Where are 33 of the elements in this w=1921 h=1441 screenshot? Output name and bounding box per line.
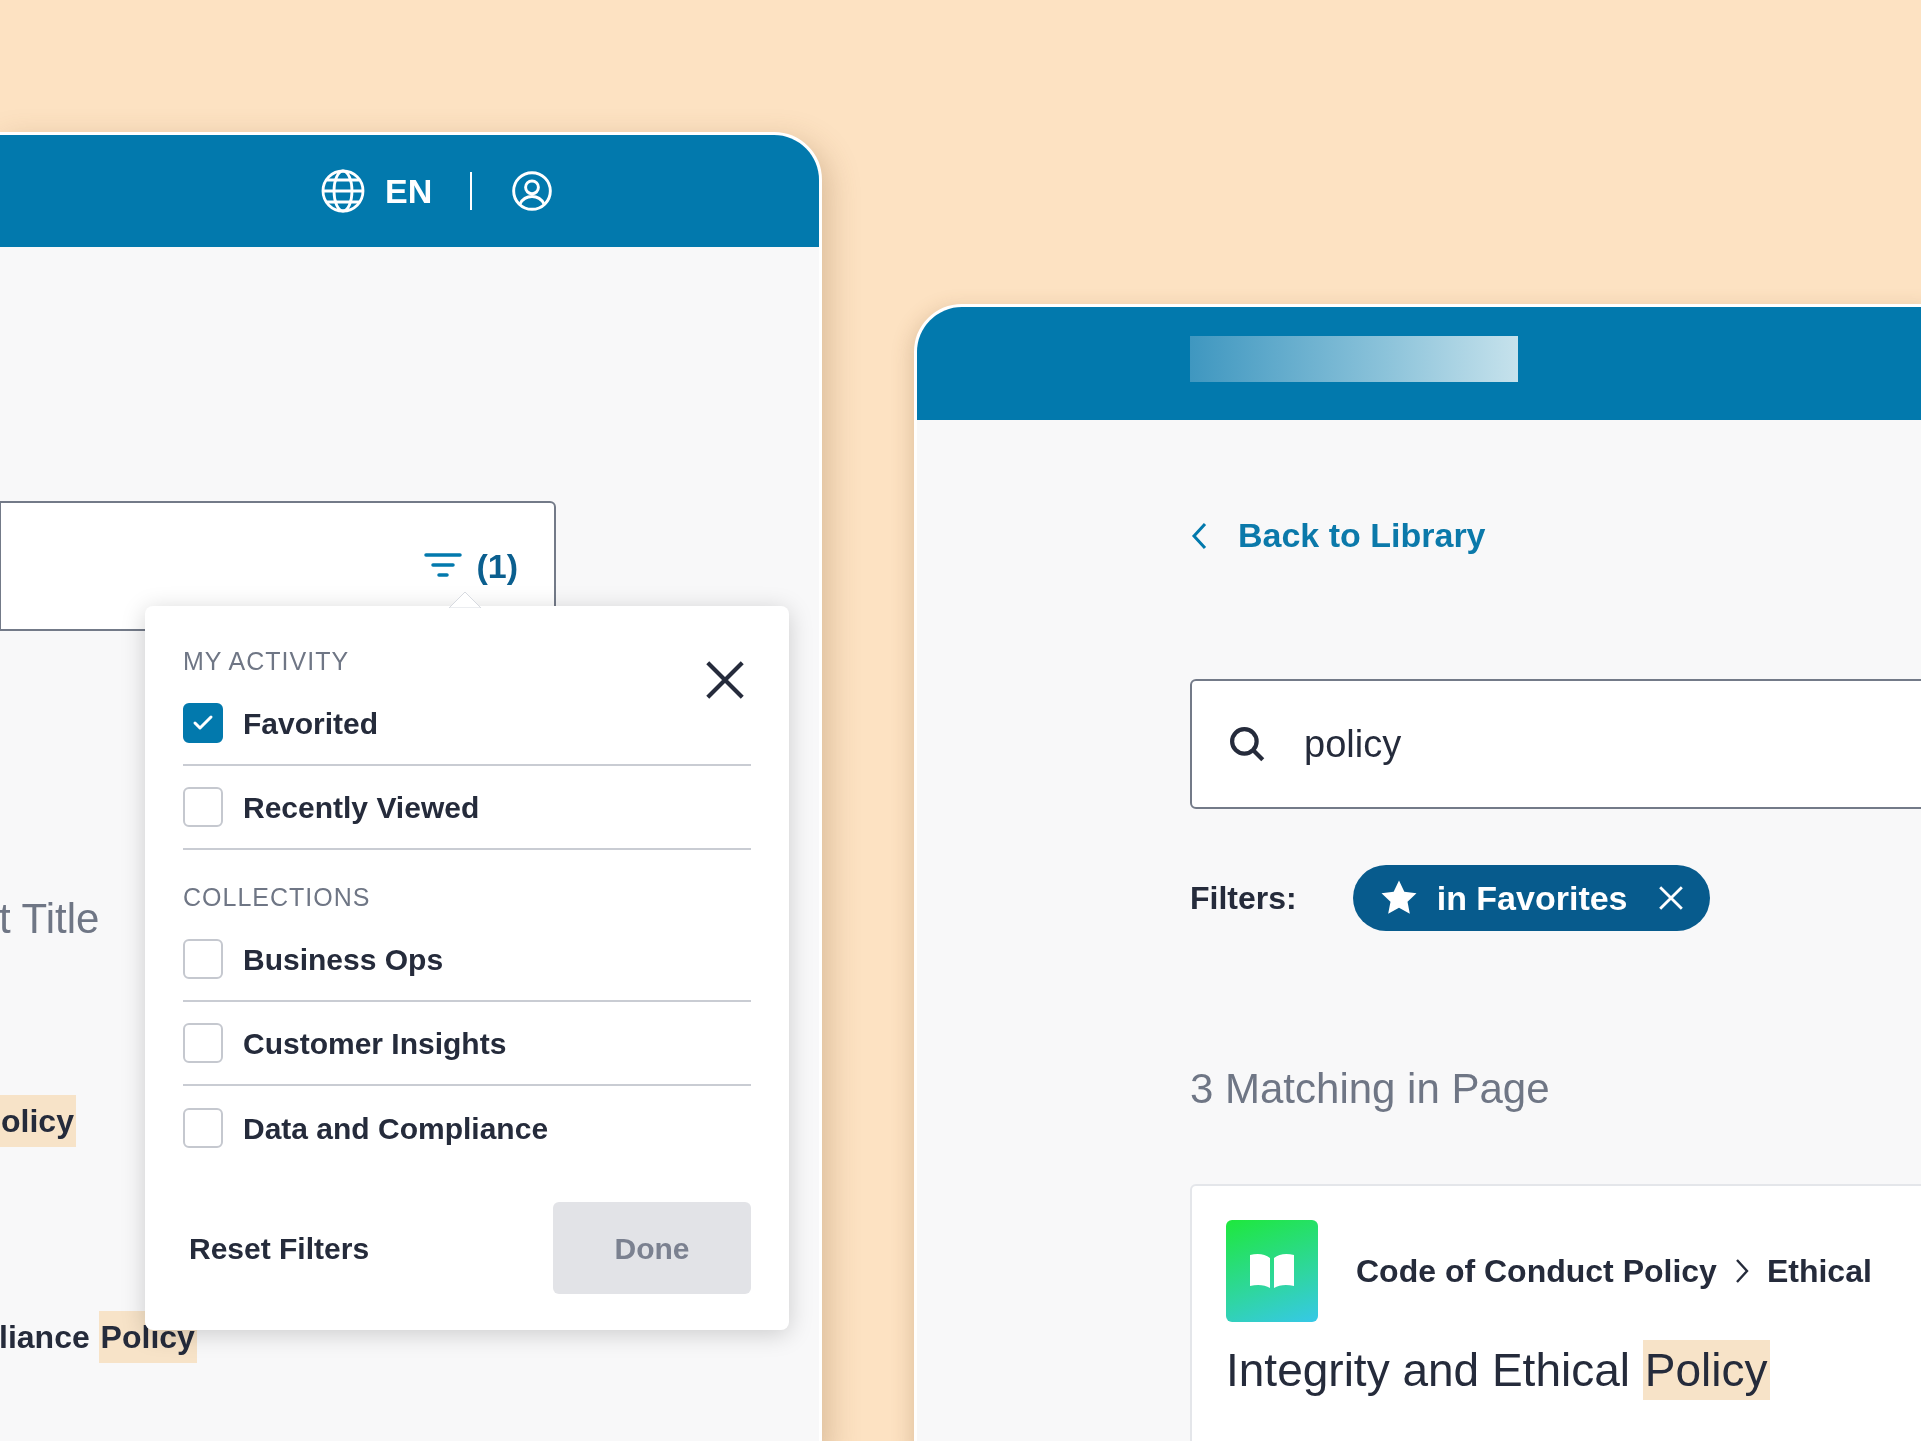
section-heading: MY ACTIVITY [183, 646, 351, 676]
book-icon [1226, 1220, 1318, 1322]
filters-label: Filters: [1190, 879, 1297, 918]
results-heading: 3 Matching in Page [1190, 1064, 1551, 1114]
checkbox[interactable] [183, 1023, 223, 1063]
highlighted-text: Policy [1642, 1340, 1770, 1400]
chevron-right-icon [1734, 1258, 1749, 1284]
checkbox[interactable] [183, 939, 223, 979]
result-card[interactable]: Code of Conduct Policy Ethical Integrity and Ethical Policy [1190, 1184, 1921, 1441]
filter-option[interactable]: Favorited [183, 682, 751, 766]
remove-icon[interactable] [1657, 885, 1684, 911]
highlighted-text: olicy [0, 1095, 76, 1147]
filter-option[interactable]: Recently Viewed [183, 766, 751, 850]
filter-option[interactable]: Customer Insights [183, 1002, 751, 1086]
filter-option[interactable]: Data and Compliance [183, 1086, 751, 1170]
breadcrumb-item[interactable]: Ethical [1766, 1247, 1872, 1295]
breadcrumb-item[interactable]: Code of Conduct Policy [1356, 1247, 1717, 1295]
filter-option[interactable]: Business Ops [183, 918, 751, 1002]
search-field[interactable]: policy [1190, 679, 1921, 809]
globe-icon[interactable] [319, 167, 367, 215]
section-heading: COLLECTIONS [183, 882, 372, 912]
filter-count[interactable]: (1) [476, 540, 518, 592]
checkbox[interactable] [183, 1108, 223, 1148]
chevron-left-icon [1190, 520, 1208, 551]
filter-chip[interactable]: in Favorites [1352, 865, 1710, 931]
result-title: Integrity and Ethical [1226, 1343, 1631, 1398]
user-icon[interactable] [510, 169, 555, 213]
language-label[interactable]: EN [385, 165, 433, 217]
checkbox[interactable] [183, 787, 223, 827]
result-snippet: liance [0, 1318, 91, 1357]
checkbox[interactable] [183, 703, 223, 743]
back-link[interactable]: Back to Library [1190, 510, 1921, 561]
reset-filters-button[interactable]: Reset Filters [189, 1225, 370, 1271]
